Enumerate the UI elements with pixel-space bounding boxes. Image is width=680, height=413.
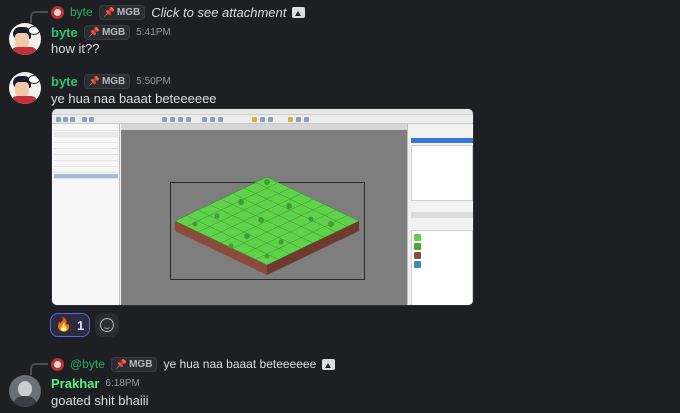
avatar[interactable] [9, 375, 41, 407]
pin-icon: 📌 [88, 75, 100, 86]
server-tag-badge: 📌 MGB [83, 24, 131, 40]
add-reaction-button[interactable] [95, 313, 119, 337]
avatar[interactable] [9, 23, 41, 55]
reply-connector [30, 11, 48, 23]
reply-preview[interactable]: byte 📌 MGB Click to see attachment [51, 4, 306, 20]
reply-author-avatar [51, 5, 64, 19]
message-text: ye hua naa baaat beteeeeee [51, 91, 217, 106]
message-header: byte 📌 MGB 5:50PM [51, 73, 171, 89]
image-icon [322, 358, 336, 370]
server-tag-badge: 📌 MGB [110, 356, 158, 372]
server-tag-label: MGB [101, 75, 126, 87]
author-name[interactable]: byte [51, 74, 78, 89]
message-text: goated shit bhaiii [51, 393, 149, 408]
message-header: byte 📌 MGB 5:41PM [51, 24, 171, 40]
reply-text[interactable]: ye hua naa baaat beteeeeee [163, 357, 316, 371]
timestamp: 5:50PM [136, 75, 171, 87]
reaction-fire[interactable]: 🔥 1 [50, 313, 90, 337]
avatar[interactable] [9, 72, 41, 104]
server-tag-label: MGB [116, 6, 141, 18]
image-attachment[interactable] [51, 108, 474, 306]
reply-preview[interactable]: @byte 📌 MGB ye hua naa baaat beteeeeee [51, 356, 336, 372]
isometric-tile-map [174, 176, 360, 275]
layers-panel [407, 124, 473, 305]
editor-toolbar [52, 115, 473, 124]
timestamp: 5:41PM [136, 26, 171, 38]
server-tag-label: MGB [129, 358, 153, 370]
server-tag-label: MGB [101, 26, 126, 38]
pin-icon: 📌 [103, 6, 115, 17]
pin-icon: 📌 [115, 358, 128, 369]
reply-author-name[interactable]: @byte [70, 357, 105, 371]
server-tag-badge: 📌 MGB [98, 4, 146, 20]
timestamp: 6:18PM [105, 377, 140, 389]
server-tag-badge: 📌 MGB [83, 73, 131, 89]
reply-text[interactable]: Click to see attachment [151, 5, 286, 20]
reply-author-name[interactable]: byte [70, 5, 93, 19]
smiley-icon [100, 318, 114, 332]
pin-icon: 📌 [88, 26, 100, 37]
image-icon [292, 6, 306, 18]
reply-connector [30, 363, 48, 375]
reaction-count: 1 [76, 317, 85, 333]
map-canvas [121, 124, 407, 305]
fire-emoji-icon: 🔥 [55, 317, 72, 332]
author-name[interactable]: Prakhar [51, 376, 99, 391]
author-name[interactable]: byte [51, 25, 78, 40]
message-header: Prakhar 6:18PM [51, 375, 140, 391]
message-text: how it?? [51, 41, 100, 56]
reply-author-avatar [51, 357, 64, 371]
properties-panel [52, 124, 120, 305]
